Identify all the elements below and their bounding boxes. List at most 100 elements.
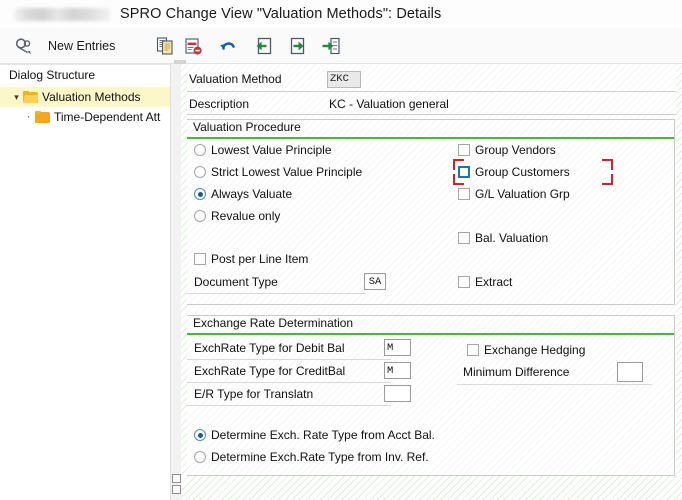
exchrate-credit-label: ExchRate Type for CreditBal [194, 364, 346, 378]
checkbox-label: Group Customers [475, 165, 570, 179]
window-title: SPRO Change View "Valuation Methods": De… [120, 6, 442, 22]
checkbox-indicator[interactable] [467, 344, 479, 356]
radio-label: Always Valuate [211, 187, 293, 201]
radio-indicator[interactable] [194, 210, 206, 222]
checkbox-indicator[interactable] [458, 144, 470, 156]
form-background-filler [181, 476, 682, 500]
exchrate-debit-field[interactable] [384, 339, 411, 356]
radio-revalue-only[interactable]: Revalue only [194, 209, 280, 223]
checkbox-indicator[interactable] [458, 232, 470, 244]
valuation-method-field[interactable] [327, 70, 361, 88]
application-toolbar: New Entries [0, 28, 682, 64]
sidebar-item-label: Valuation Methods [42, 90, 141, 104]
radio-indicator[interactable] [194, 188, 206, 200]
exchrate-debit-underline [186, 359, 391, 360]
tree-top-divider [0, 64, 170, 65]
er-translatn-label-wrap: E/R Type for Translatn [194, 387, 313, 401]
checkbox-label: Exchange Hedging [484, 343, 586, 357]
document-type-label: Document Type [194, 275, 278, 289]
checkbox-gl-valuation-grp[interactable]: G/L Valuation Grp [458, 187, 570, 201]
radio-always-valuate[interactable]: Always Valuate [194, 187, 292, 201]
sap-gui-window: SPRO Change View "Valuation Methods": De… [0, 0, 682, 500]
checkbox-group-customers[interactable]: Group Customers [458, 165, 570, 179]
exchrate-credit-field[interactable] [384, 362, 411, 379]
checkbox-group-vendors[interactable]: Group Vendors [458, 143, 556, 157]
tree-bullet-icon: · [26, 111, 31, 123]
er-translatn-underline [186, 405, 391, 406]
radio-label: Strict Lowest Value Principle [211, 165, 363, 179]
valuation-method-row: Valuation Method [181, 68, 682, 90]
splitter-grip[interactable] [172, 474, 181, 494]
checkbox-label: Extract [475, 275, 513, 289]
valuation-procedure-title: Valuation Procedure [193, 120, 301, 134]
radio-indicator[interactable] [194, 144, 206, 156]
radio-determine-from-inv-ref[interactable]: Determine Exch.Rate Type from Inv. Ref. [194, 450, 429, 464]
select-layout-icon[interactable] [317, 33, 345, 59]
checkbox-indicator[interactable] [458, 276, 470, 288]
delete-icon[interactable] [179, 33, 207, 59]
annotation-bracket-bottom-right [602, 174, 613, 185]
dialog-structure-header: Dialog Structure [0, 64, 170, 87]
next-entry-icon[interactable] [283, 33, 311, 59]
radio-label: Determine Exch.Rate Type from Inv. Ref. [211, 450, 429, 464]
exchrate-debit-label-wrap: ExchRate Type for Debit Bal [194, 341, 345, 355]
document-type-row: Document Type [194, 275, 278, 289]
minimum-difference-field[interactable] [617, 362, 643, 382]
radio-label: Lowest Value Principle [211, 143, 332, 157]
er-translatn-label: E/R Type for Translatn [194, 387, 314, 401]
form-background-left-strip [181, 64, 187, 476]
radio-indicator[interactable] [194, 166, 206, 178]
field-divider [181, 91, 682, 92]
exchrate-credit-underline [186, 382, 391, 383]
annotation-bracket-top-right [602, 159, 613, 170]
valuation-procedure-accent-rule [187, 137, 674, 139]
open-folder-icon [23, 91, 39, 103]
exchrate-credit-label-wrap: ExchRate Type for CreditBal [194, 364, 345, 378]
redacted-system-badge [14, 7, 110, 21]
checkbox-bal-valuation[interactable]: Bal. Valuation [458, 231, 548, 245]
checkbox-indicator[interactable] [458, 188, 470, 200]
exchrate-debit-label: ExchRate Type for Debit Bal [194, 341, 345, 355]
checkbox-label: Group Vendors [475, 143, 556, 157]
new-entries-button[interactable]: New Entries [40, 39, 123, 53]
checkbox-indicator[interactable] [194, 253, 206, 265]
checkbox-post-per-line-item[interactable]: Post per Line Item [194, 252, 308, 266]
display-change-icon[interactable] [10, 33, 40, 59]
checkbox-label: Bal. Valuation [475, 231, 549, 245]
document-type-field[interactable] [364, 273, 386, 290]
radio-determine-from-acct-bal[interactable]: Determine Exch. Rate Type from Acct Bal. [194, 428, 435, 442]
valuation-method-label: Valuation Method [189, 72, 282, 86]
checkbox-exchange-hedging[interactable]: Exchange Hedging [467, 343, 585, 357]
radio-strict-lowest-value-principle[interactable]: Strict Lowest Value Principle [194, 165, 362, 179]
radio-indicator[interactable] [194, 429, 206, 441]
radio-label: Revalue only [211, 209, 281, 223]
minimum-difference-label-wrap: Minimum Difference [463, 365, 569, 379]
copy-icon[interactable] [151, 33, 179, 59]
folder-icon [35, 111, 50, 123]
exchange-rate-determination-title: Exchange Rate Determination [193, 316, 354, 330]
sidebar-item-label: Time-Dependent Att [54, 110, 161, 124]
form-background-right-strip [676, 64, 682, 476]
radio-lowest-value-principle[interactable]: Lowest Value Principle [194, 143, 332, 157]
sidebar-item-time-dependent-att[interactable]: · Time-Dependent Att [0, 107, 170, 127]
dialog-structure-panel: Dialog Structure ▾ Valuation Methods · T… [0, 64, 170, 500]
sidebar-item-valuation-methods[interactable]: ▾ Valuation Methods [0, 87, 170, 107]
title-bar: SPRO Change View "Valuation Methods": De… [0, 0, 682, 28]
checkbox-label: Post per Line Item [211, 252, 309, 266]
radio-indicator[interactable] [194, 451, 206, 463]
document-type-underline [186, 293, 366, 294]
detail-form: Valuation Method Description Valuation P… [181, 64, 682, 500]
undo-icon[interactable] [213, 33, 243, 59]
field-divider-2 [181, 114, 682, 115]
minimum-difference-label: Minimum Difference [463, 365, 570, 379]
previous-entry-icon[interactable] [249, 33, 277, 59]
checkbox-label: G/L Valuation Grp [475, 187, 570, 201]
er-translatn-field[interactable] [384, 385, 411, 402]
radio-label: Determine Exch. Rate Type from Acct Bal. [211, 428, 435, 442]
chevron-down-icon[interactable]: ▾ [10, 92, 23, 103]
description-field[interactable] [327, 95, 672, 113]
annotation-bracket-top-left [453, 159, 464, 170]
minimum-difference-underline [457, 384, 652, 385]
checkbox-extract[interactable]: Extract [458, 275, 512, 289]
exchange-rate-accent-rule [187, 333, 674, 335]
